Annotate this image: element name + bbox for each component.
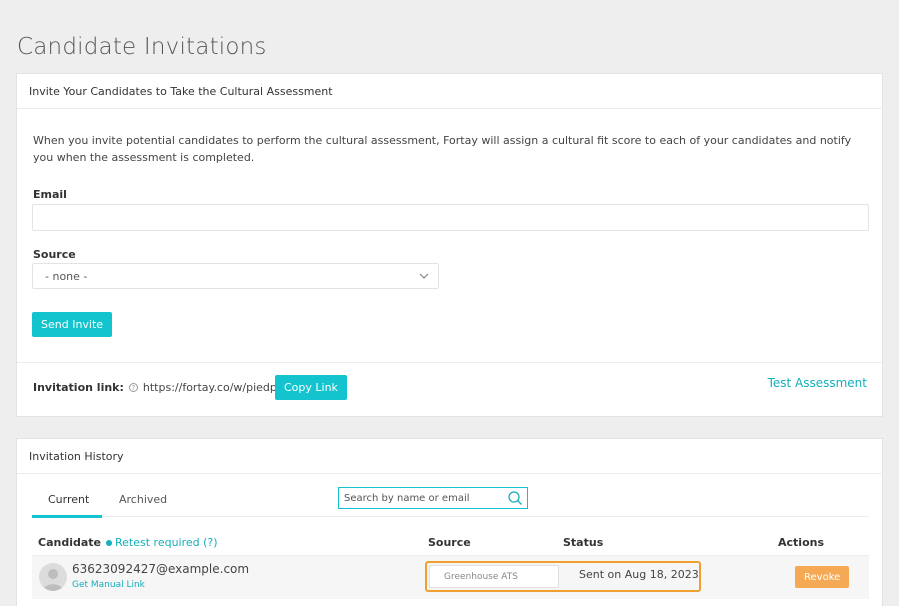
chevron-down-icon [419,273,429,279]
retest-required-link[interactable]: Retest required (?) [115,536,218,549]
email-label: Email [33,188,67,201]
source-select[interactable]: - none - [32,263,439,289]
source-label: Source [33,248,76,261]
invite-panel-title: Invite Your Candidates to Take the Cultu… [17,74,882,109]
candidate-email: 63623092427@example.com [72,562,250,576]
column-source: Source [428,536,471,549]
column-actions: Actions [778,536,824,549]
search-box [338,487,528,509]
column-candidate-label: Candidate [38,536,101,549]
page-title: Candidate Invitations [17,34,267,60]
test-assessment-link[interactable]: Test Assessment [768,376,867,390]
email-field[interactable] [32,204,869,231]
send-invite-button[interactable]: Send Invite [32,312,113,337]
active-tab-indicator [32,515,102,518]
help-circle-icon[interactable]: ? [128,383,138,392]
column-status: Status [563,536,604,549]
invitation-history-panel: Invitation History Current Archived Cand… [16,438,883,606]
retest-dot-icon [106,539,112,546]
invite-panel: Invite Your Candidates to Take the Cultu… [16,73,883,417]
source-value: Greenhouse ATS [429,565,559,588]
invitation-link-label: Invitation link: [33,381,124,394]
status-value: Sent on Aug 18, 2023 [579,568,699,581]
history-panel-title: Invitation History [17,439,882,474]
invite-divider [17,362,882,363]
tab-archived[interactable]: Archived [119,493,167,506]
invitation-link-row: Invitation link: ? https://fortay.co/w/p… [33,381,298,394]
get-manual-link[interactable]: Get Manual Link [72,580,145,590]
revoke-button[interactable]: Revoke [795,566,850,588]
search-icon[interactable] [507,490,523,506]
search-input[interactable] [339,488,499,509]
user-avatar-icon [39,563,67,591]
tab-current[interactable]: Current [48,493,89,506]
table-row: 63623092427@example.com Get Manual Link … [32,555,869,599]
copy-link-button[interactable]: Copy Link [275,375,347,400]
invite-description: When you invite potential candidates to … [33,134,852,164]
source-select-value: - none - [45,270,88,283]
column-candidate: Candidate Retest required (?) [38,536,218,549]
